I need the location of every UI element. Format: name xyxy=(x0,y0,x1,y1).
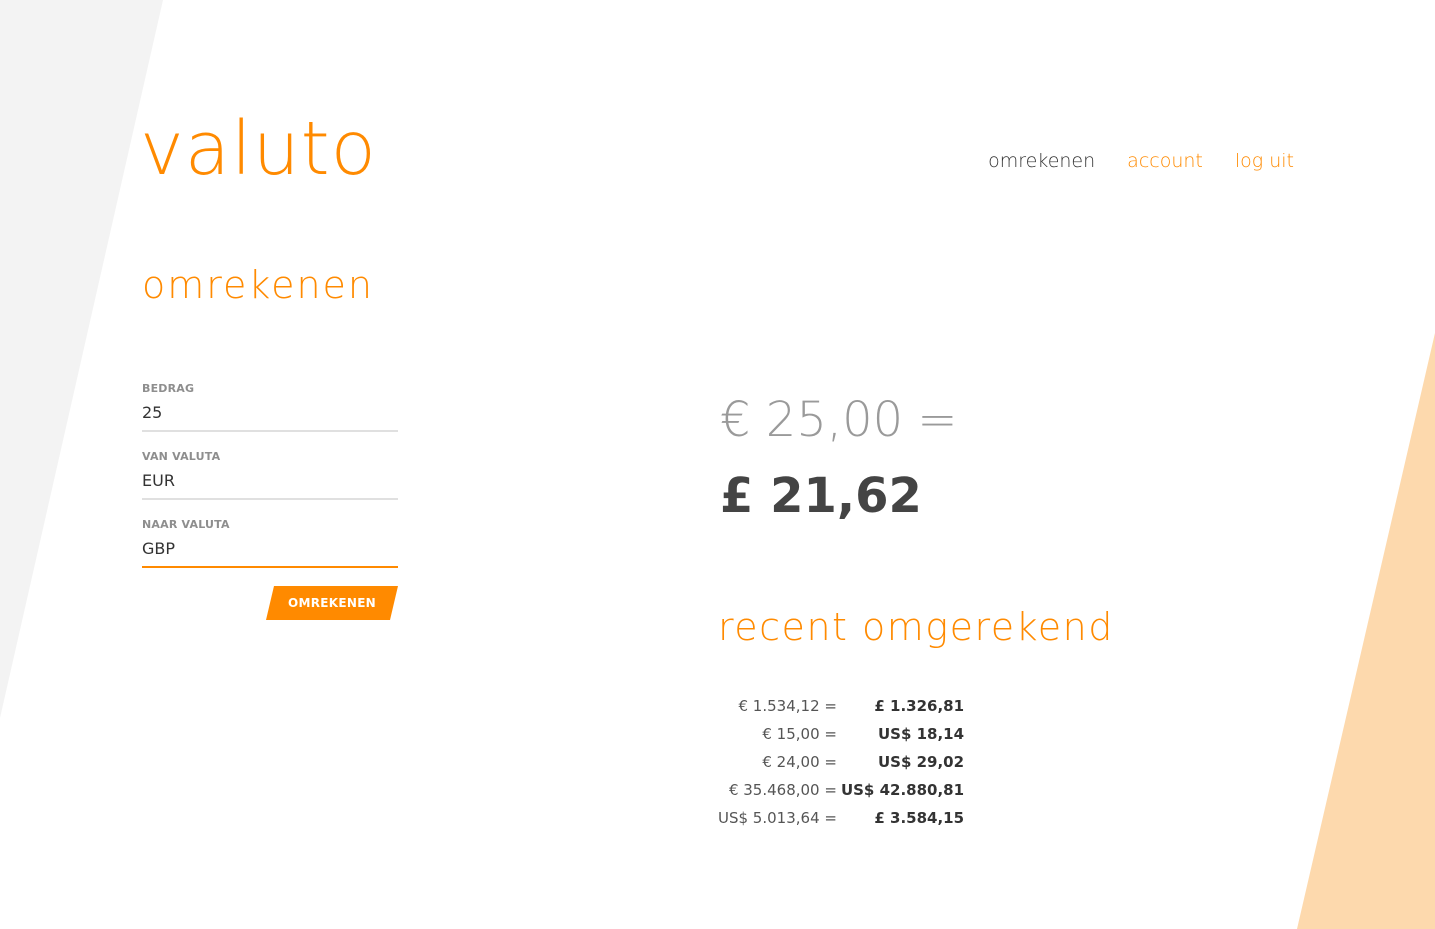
amount-label: BEDRAG xyxy=(142,382,195,395)
result-to-amount: £ 21,62 xyxy=(720,468,922,524)
table-row: € 24,00 = US$ 29,02 xyxy=(718,748,964,776)
table-row: € 35.468,00 = US$ 42.880,81 xyxy=(718,776,964,804)
recent-to-amount: US$ 18,14 xyxy=(877,725,965,743)
submit-row: OMREKENEN xyxy=(142,586,398,620)
omrekenen-button-label: OMREKENEN xyxy=(287,596,377,610)
conversion-form: BEDRAG VAN VALUTA NAAR VALUTA OMREKENEN xyxy=(142,382,398,620)
from-currency-label: VAN VALUTA xyxy=(142,450,221,463)
nav-item-log-uit[interactable]: log uit xyxy=(1235,148,1294,174)
recent-to-amount: US$ 42.880,81 xyxy=(840,781,965,799)
to-currency-input[interactable] xyxy=(142,534,398,568)
nav-item-omrekenen[interactable]: omrekenen xyxy=(988,148,1095,174)
recent-from-amount: € 35.468,00 = xyxy=(728,781,837,799)
from-currency-input[interactable] xyxy=(142,466,398,500)
result-equals-sign: = xyxy=(917,392,958,448)
recent-to-amount: US$ 29,02 xyxy=(877,753,965,771)
nav-item-account[interactable]: account xyxy=(1127,148,1203,174)
recent-from-amount: € 15,00 = xyxy=(762,725,837,743)
recent-to-amount: £ 1.326,81 xyxy=(874,697,965,715)
app-logo[interactable]: valuto xyxy=(140,112,377,186)
main-nav: omrekenen account log uit xyxy=(988,148,1294,174)
amount-field-group: BEDRAG xyxy=(142,382,398,432)
result-from-line: € 25,00 = xyxy=(720,388,957,452)
table-row: € 15,00 = US$ 18,14 xyxy=(718,720,964,748)
table-row: € 1.534,12 = £ 1.326,81 xyxy=(718,692,965,720)
recent-conversions-table: € 1.534,12 = £ 1.326,81 € 15,00 = US$ 18… xyxy=(718,692,964,832)
result-from-amount: € 25,00 xyxy=(720,392,904,448)
recent-from-amount: US$ 5.013,64 = xyxy=(718,809,837,827)
to-currency-label: NAAR VALUTA xyxy=(142,518,230,531)
recent-from-amount: € 24,00 = xyxy=(762,753,837,771)
table-row: US$ 5.013,64 = £ 3.584,15 xyxy=(718,804,964,832)
conversion-result: € 25,00 = £ 21,62 xyxy=(720,388,957,528)
page-title: omrekenen xyxy=(142,263,375,307)
amount-input[interactable] xyxy=(142,398,398,432)
recent-from-amount: € 1.534,12 = xyxy=(738,697,837,715)
to-currency-field-group: NAAR VALUTA xyxy=(142,518,398,568)
from-currency-field-group: VAN VALUTA xyxy=(142,450,398,500)
background-shape-right xyxy=(1297,333,1435,929)
recent-title: recent omgerekend xyxy=(718,605,1114,649)
omrekenen-button[interactable]: OMREKENEN xyxy=(266,586,398,620)
recent-to-amount: £ 3.584,15 xyxy=(874,809,965,827)
